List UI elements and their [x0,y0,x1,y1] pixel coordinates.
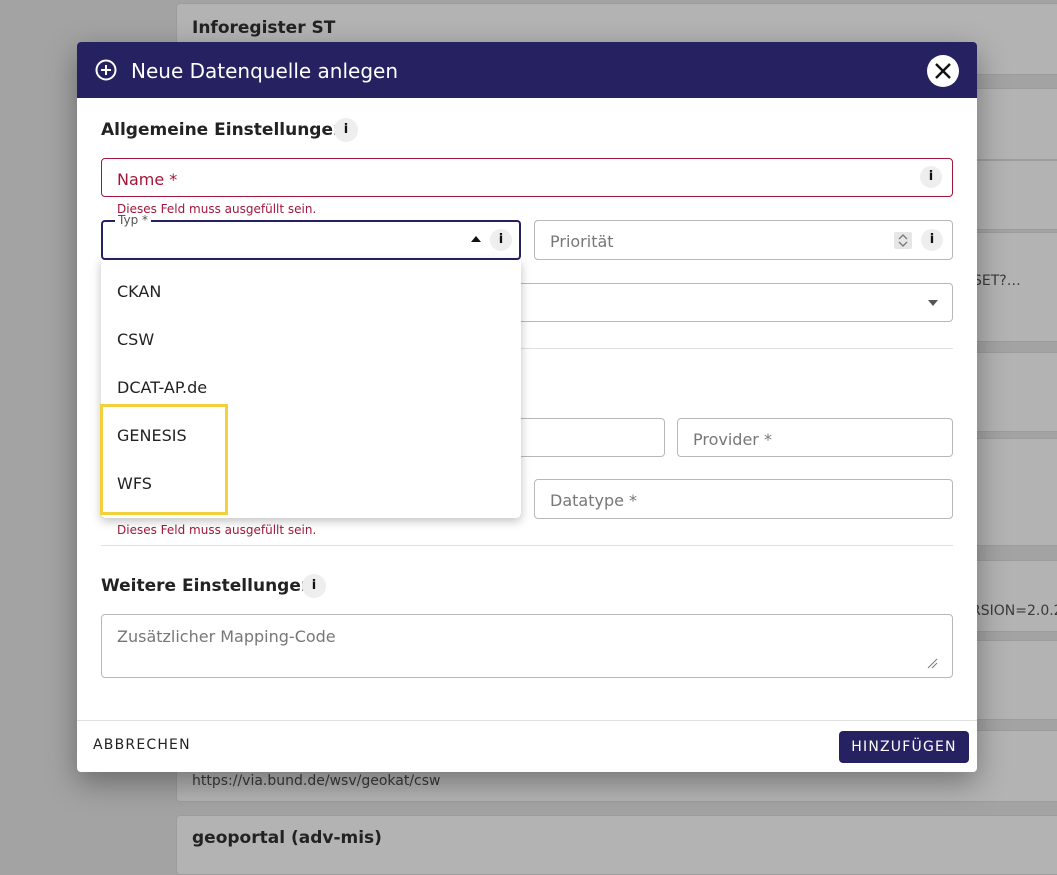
dialog-title: Neue Datenquelle anlegen [131,59,399,83]
provider-label: Provider * [693,430,772,449]
type-option-csw[interactable]: CSW [117,330,154,349]
type-label: Typ * [115,213,151,227]
general-settings-title: Allgemeine Einstellungen [101,120,346,140]
chevron-down-icon [928,300,938,306]
stepper-arrows-icon [898,234,908,247]
priority-placeholder: Priorität [550,232,614,251]
bg-card-title: Inforegister ST [192,18,336,38]
bg-card-text: SET?… [973,273,1021,289]
required-error: Dieses Feld muss ausgefüllt sein. [117,523,317,537]
info-icon[interactable]: i [920,166,942,188]
bg-card-text: RSION=2.0.2 [971,603,1057,619]
type-option-wfs[interactable]: WFS [117,474,152,493]
type-option-ckan[interactable]: CKAN [117,282,161,301]
new-datasource-dialog: Neue Datenquelle anlegen Allgemeine Eins… [77,42,977,772]
type-option-genesis[interactable]: GENESIS [117,426,187,445]
info-icon[interactable]: i [921,229,943,251]
bg-card-url: https://via.bund.de/wsv/geokat/csw [192,773,441,789]
cancel-button[interactable]: ABBRECHEN [93,737,191,753]
close-button[interactable] [927,55,959,87]
bg-card-geoportal: geoportal (adv-mis) [176,815,1057,875]
mapping-code-textarea[interactable]: Zusätzlicher Mapping-Code [101,614,953,678]
number-stepper[interactable] [894,232,912,249]
datatype-field[interactable]: Datatype * [534,479,953,519]
name-label: Name * [117,170,178,189]
dialog-header: Neue Datenquelle anlegen [77,42,977,98]
priority-field[interactable]: Priorität i [534,220,953,260]
add-button[interactable]: HINZUFÜGEN [839,731,969,763]
mapping-placeholder: Zusätzlicher Mapping-Code [117,627,336,646]
more-settings-title: Weitere Einstellungen [101,576,313,596]
info-icon[interactable]: i [334,118,358,142]
info-icon[interactable]: i [302,574,326,598]
arrow-up-icon [471,236,481,242]
section-divider [101,545,953,546]
bg-card-title: geoportal (adv-mis) [192,828,382,848]
info-icon[interactable]: i [490,229,512,251]
name-field[interactable]: Name * i [101,158,953,197]
provider-field[interactable]: Provider * [677,418,953,457]
add-circle-icon [95,59,117,81]
close-icon [935,63,951,79]
type-dropdown-menu: CKAN CSW DCAT-AP.de GENESIS WFS [101,260,521,518]
type-select[interactable]: Typ * i [101,213,521,260]
resize-handle-icon[interactable] [926,657,938,669]
type-option-dcat[interactable]: DCAT-AP.de [117,378,207,397]
footer-divider [77,720,977,721]
datatype-label: Datatype * [550,491,638,510]
